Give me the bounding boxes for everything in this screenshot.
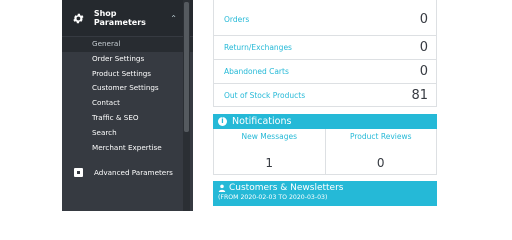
advanced-parameters-icon (74, 167, 83, 177)
orders-count: 0 (419, 12, 428, 27)
returns-link[interactable]: Return/Exchanges (224, 43, 292, 52)
chevron-up-icon[interactable]: ⌃ (170, 14, 177, 23)
notifications-title: Notifications (232, 116, 292, 127)
abandoned-carts-count: 0 (419, 64, 428, 79)
new-messages-count: 1 (265, 156, 274, 170)
activity-stats: Orders 0 Return/Exchanges 0 Abandoned Ca… (213, 0, 437, 107)
notifications-body: New Messages 1 Product Reviews 0 (213, 129, 437, 175)
scrollbar-thumb[interactable] (184, 2, 189, 132)
returns-count: 0 (419, 40, 428, 55)
sidebar-item-general[interactable]: General (62, 37, 193, 52)
sidebar-item-merchant-expertise[interactable]: Merchant Expertise (62, 141, 193, 156)
customers-date-range: (FROM 2020-02-03 TO 2020-03-03) (218, 194, 328, 201)
sidebar-item-search[interactable]: Search (62, 126, 193, 141)
stat-row-abandoned-carts: Abandoned Carts 0 (214, 59, 436, 83)
customers-newsletters-title: Customers & Newsletters (229, 183, 344, 193)
out-of-stock-count: 81 (411, 87, 428, 103)
user-icon (218, 184, 226, 192)
sidebar-item-contact[interactable]: Contact (62, 96, 193, 111)
stat-row-orders: Orders 0 (214, 0, 436, 35)
stat-row-returns: Return/Exchanges 0 (214, 35, 436, 59)
notifications-header: i Notifications (213, 114, 437, 129)
out-of-stock-link[interactable]: Out of Stock Products (224, 91, 305, 100)
customers-newsletters-header: Customers & Newsletters (FROM 2020-02-03… (213, 181, 437, 206)
product-reviews-count: 0 (376, 156, 385, 170)
sidebar-scrollbar[interactable] (183, 0, 190, 211)
info-icon: i (218, 117, 227, 126)
gear-icon (73, 13, 84, 23)
new-messages-label[interactable]: New Messages (214, 132, 325, 141)
stat-row-out-of-stock: Out of Stock Products 81 (214, 83, 436, 106)
new-messages-cell[interactable]: New Messages 1 (214, 129, 325, 174)
sidebar-item-customer-settings[interactable]: Customer Settings (62, 81, 193, 96)
orders-link[interactable]: Orders (224, 15, 249, 24)
product-reviews-label[interactable]: Product Reviews (326, 132, 437, 141)
sidebar-item-traffic-seo[interactable]: Traffic & SEO (62, 111, 193, 126)
sidebar-item-product-settings[interactable]: Product Settings (62, 67, 193, 82)
sidebar-section-shop-parameters[interactable]: Shop Parameters ⌃ (62, 0, 193, 36)
sidebar-section-title: Shop Parameters (93, 9, 146, 27)
dashboard-main: Orders 0 Return/Exchanges 0 Abandoned Ca… (213, 0, 437, 206)
sidebar: Shop Parameters ⌃ General Order Settings… (62, 0, 193, 211)
sidebar-item-label: Advanced Parameters (94, 167, 173, 177)
sidebar-item-order-settings[interactable]: Order Settings (62, 52, 193, 67)
product-reviews-cell[interactable]: Product Reviews 0 (324, 129, 437, 174)
abandoned-carts-link[interactable]: Abandoned Carts (224, 67, 289, 76)
sidebar-item-advanced-parameters[interactable]: Advanced Parameters (62, 163, 193, 181)
